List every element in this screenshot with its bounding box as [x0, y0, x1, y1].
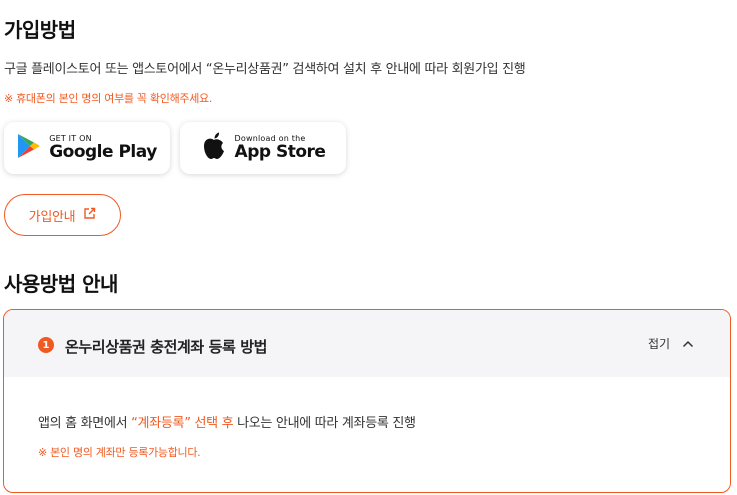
collapse-label: 접기	[648, 337, 671, 351]
accordion-header[interactable]: 1 온누리상품권 충전계좌 등록 방법 접기	[4, 310, 730, 377]
body-text-prefix: 앱의 홈 화면에서	[38, 416, 132, 431]
usage-accordion-item: 1 온누리상품권 충전계좌 등록 방법 접기 앱의 홈 화면에서 “계좌등록” …	[3, 309, 731, 493]
accordion-title: 온누리상품권 충전계좌 등록 방법	[65, 338, 268, 356]
signup-description: 구글 플레이스토어 또는 앱스토어에서 “온누리상품권” 검색하여 설치 후 안…	[4, 62, 526, 77]
apple-icon	[201, 131, 227, 165]
usage-title: 사용방법 안내	[4, 272, 118, 296]
signup-guide-label: 가입안내	[28, 209, 76, 225]
chevron-up-icon	[682, 337, 694, 351]
app-store-button[interactable]: Download on the App Store	[180, 122, 346, 174]
google-play-button[interactable]: GET IT ON Google Play	[4, 122, 170, 174]
accordion-body-text: 앱의 홈 화면에서 “계좌등록” 선택 후 나오는 안내에 따라 계좌등록 진행	[38, 412, 416, 431]
google-play-icon	[17, 133, 41, 163]
app-store-big-text: App Store	[234, 142, 326, 162]
body-text-suffix: 나오는 안내에 따라 계좌등록 진행	[233, 416, 416, 431]
collapse-button[interactable]: 접기	[648, 335, 694, 352]
signup-title: 가입방법	[4, 18, 76, 42]
google-play-big-text: Google Play	[49, 142, 157, 162]
external-link-icon	[83, 207, 96, 224]
accordion-note: ※ 본인 명의 계좌만 등록가능합니다.	[38, 446, 201, 459]
step-number-badge: 1	[38, 337, 54, 353]
signup-guide-button[interactable]: 가입안내	[4, 194, 121, 236]
signup-note: ※ 휴대폰의 본인 명의 여부를 꼭 확인해주세요.	[4, 92, 213, 105]
body-text-highlight: “계좌등록” 선택 후	[131, 416, 234, 431]
